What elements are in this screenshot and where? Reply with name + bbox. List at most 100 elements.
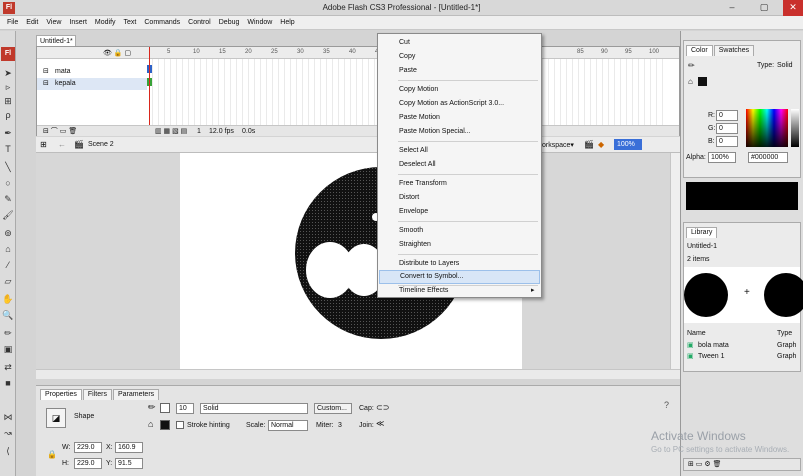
stroke-color-swatch[interactable]: [160, 403, 170, 413]
menu-item-select-all[interactable]: Select All: [379, 144, 540, 158]
menu-item-paste-motion[interactable]: Paste Motion: [379, 111, 540, 125]
tab-properties[interactable]: Properties: [40, 389, 82, 400]
menu-view[interactable]: View: [42, 19, 65, 26]
subselection-tool-icon[interactable]: ▹: [2, 81, 14, 93]
stage-horizontal-scrollbar[interactable]: [36, 369, 680, 379]
alpha-field[interactable]: 100%: [708, 152, 736, 163]
miter-value[interactable]: 3: [338, 422, 342, 429]
stroke-style-dropdown[interactable]: Solid: [200, 403, 308, 414]
tab-library[interactable]: Library: [686, 227, 718, 238]
menu-item-cut[interactable]: Cut: [379, 36, 540, 50]
menu-text[interactable]: Text: [120, 19, 141, 26]
help-icon[interactable]: ?: [664, 400, 669, 410]
width-field[interactable]: 229.0: [74, 442, 102, 453]
eye-lock-outline-icons[interactable]: 👁 🔒 ▢: [103, 49, 131, 57]
smooth-icon[interactable]: ↝: [2, 427, 14, 439]
menu-item-copy-motion-as3[interactable]: Copy Motion as ActionScript 3.0...: [379, 97, 540, 111]
height-field[interactable]: 229.0: [74, 458, 102, 469]
scale-dropdown[interactable]: Normal: [268, 420, 308, 431]
menu-item-straighten[interactable]: Straighten: [379, 238, 540, 252]
hand-tool-icon[interactable]: ✋: [2, 293, 14, 305]
cap-style-icon[interactable]: ⊂⊃: [376, 403, 389, 412]
menu-item-free-transform[interactable]: Free Transform: [379, 177, 540, 191]
menu-file[interactable]: File: [3, 19, 22, 26]
menu-insert[interactable]: Insert: [65, 19, 91, 26]
library-footer-icons[interactable]: ⊞ ▭ ⚙ 🗑: [683, 458, 801, 471]
menu-item-deselect-all[interactable]: Deselect All: [379, 158, 540, 172]
b-field[interactable]: 0: [716, 136, 738, 147]
scene-name[interactable]: Scene 2: [88, 141, 114, 148]
menu-item-distribute-to-layers[interactable]: Distribute to Layers: [379, 257, 540, 271]
fill-color-swatch[interactable]: [160, 420, 170, 430]
layer-buttons-icons[interactable]: ⊟ ⌒ ▭ 🗑: [43, 126, 77, 137]
workspace-menu[interactable]: orkspace▾: [542, 141, 574, 149]
join-style-icon[interactable]: ≪: [376, 419, 384, 428]
zoom-tool-icon[interactable]: 🔍: [2, 309, 14, 321]
layer-row-kepala[interactable]: ⊟ kepala: [37, 78, 147, 90]
pencil-tool-icon[interactable]: ✎: [2, 193, 14, 205]
menu-item-convert-to-symbol[interactable]: Convert to Symbol...: [379, 270, 540, 284]
free-transform-tool-icon[interactable]: ⊞: [2, 95, 14, 107]
menu-item-timeline-effects[interactable]: Timeline Effects ▸: [379, 284, 540, 298]
paint-bucket-tool-icon[interactable]: ⌂: [2, 243, 14, 255]
text-tool-icon[interactable]: T: [2, 143, 14, 155]
library-document-dropdown[interactable]: Untitled-1: [687, 243, 717, 250]
oval-tool-icon[interactable]: ○: [2, 177, 14, 189]
zoom-field[interactable]: 100%: [614, 139, 642, 150]
menu-item-copy[interactable]: Copy: [379, 50, 540, 64]
edit-scene-icon[interactable]: 🎬: [584, 140, 594, 149]
x-field[interactable]: 160.9: [115, 442, 143, 453]
timeline-toggle-icon[interactable]: ⊞: [40, 140, 47, 149]
back-arrow-icon[interactable]: ←: [58, 140, 66, 149]
edit-symbols-icon[interactable]: ◆: [598, 140, 604, 149]
tab-swatches[interactable]: Swatches: [713, 45, 755, 56]
menu-window[interactable]: Window: [243, 19, 276, 26]
custom-button[interactable]: Custom...: [314, 403, 352, 414]
brush-tool-icon[interactable]: 🖌: [2, 209, 14, 221]
library-col-name[interactable]: Name: [687, 330, 706, 337]
menu-item-envelope[interactable]: Envelope: [379, 205, 540, 219]
minimize-button[interactable]: –: [720, 0, 744, 16]
menu-item-smooth[interactable]: Smooth: [379, 224, 540, 238]
ink-bottle-tool-icon[interactable]: ⊚: [2, 227, 14, 239]
type-dropdown[interactable]: Solid: [777, 62, 793, 69]
y-field[interactable]: 91.5: [115, 458, 143, 469]
g-field[interactable]: 0: [716, 123, 738, 134]
selection-tool-icon[interactable]: ➤: [2, 67, 14, 79]
line-tool-icon[interactable]: ╲: [2, 161, 14, 173]
menu-item-paste-motion-special[interactable]: Paste Motion Special...: [379, 125, 540, 139]
stroke-hinting-checkbox[interactable]: [176, 421, 184, 429]
eraser-tool-icon[interactable]: ▱: [2, 275, 14, 287]
maximize-button[interactable]: ▢: [752, 0, 776, 16]
layer-row-mata[interactable]: ⊟ mata: [37, 66, 147, 78]
stroke-size-field[interactable]: 10: [176, 403, 194, 414]
swap-colors-icon[interactable]: ⇄: [2, 361, 14, 373]
hex-field[interactable]: #000000: [748, 152, 788, 163]
r-field[interactable]: 0: [716, 110, 738, 121]
library-row[interactable]: ▣ Tween 1 Graph: [684, 352, 800, 363]
black-white-icon[interactable]: ■: [2, 377, 14, 389]
lasso-tool-icon[interactable]: ρ: [2, 109, 14, 121]
straighten-icon[interactable]: ⟨: [2, 445, 14, 457]
fill-swatch[interactable]: [698, 77, 707, 86]
lock-icon[interactable]: 🔒: [47, 450, 57, 459]
tab-parameters[interactable]: Parameters: [112, 389, 160, 400]
brightness-slider[interactable]: [791, 109, 799, 147]
menu-control[interactable]: Control: [184, 19, 215, 26]
menu-debug[interactable]: Debug: [215, 19, 244, 26]
playhead[interactable]: [149, 47, 150, 129]
onion-skin-icons[interactable]: ▥ ▦ ▧ ▤: [155, 126, 187, 137]
fill-color-icon[interactable]: ▣: [2, 343, 14, 355]
pen-tool-icon[interactable]: ✒: [2, 127, 14, 139]
menu-help[interactable]: Help: [276, 19, 298, 26]
stage-vertical-scrollbar[interactable]: [670, 153, 680, 369]
library-col-type[interactable]: Type: [777, 330, 792, 337]
menu-item-distort[interactable]: Distort: [379, 191, 540, 205]
menu-modify[interactable]: Modify: [91, 19, 120, 26]
tab-color[interactable]: Color: [686, 45, 713, 56]
menu-item-copy-motion[interactable]: Copy Motion: [379, 83, 540, 97]
eyedropper-tool-icon[interactable]: ⁄: [2, 259, 14, 271]
library-row[interactable]: ▣ bola mata Graph: [684, 341, 800, 352]
snap-icon[interactable]: ⋈: [2, 411, 14, 423]
tab-filters[interactable]: Filters: [82, 389, 112, 400]
